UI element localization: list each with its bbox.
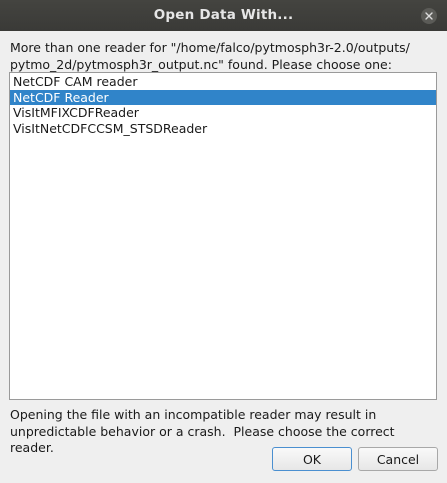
reader-list-item[interactable]: NetCDF CAM reader: [10, 74, 436, 90]
reader-list[interactable]: NetCDF CAM reader NetCDF Reader VisItMFI…: [9, 72, 437, 400]
title-bar[interactable]: Open Data With...: [0, 0, 447, 31]
ok-button[interactable]: OK: [272, 447, 352, 471]
window-title: Open Data With...: [153, 7, 294, 23]
reader-list-item[interactable]: VisItNetCDFCCSM_STSDReader: [10, 121, 436, 137]
close-button[interactable]: [421, 8, 437, 24]
cancel-button[interactable]: Cancel: [358, 447, 438, 471]
reader-choice-message: More than one reader for "/home/falco/py…: [10, 40, 410, 72]
close-icon: [425, 12, 433, 20]
reader-list-item[interactable]: NetCDF Reader: [10, 89, 436, 105]
reader-list-item[interactable]: VisItMFIXCDFReader: [10, 105, 436, 121]
